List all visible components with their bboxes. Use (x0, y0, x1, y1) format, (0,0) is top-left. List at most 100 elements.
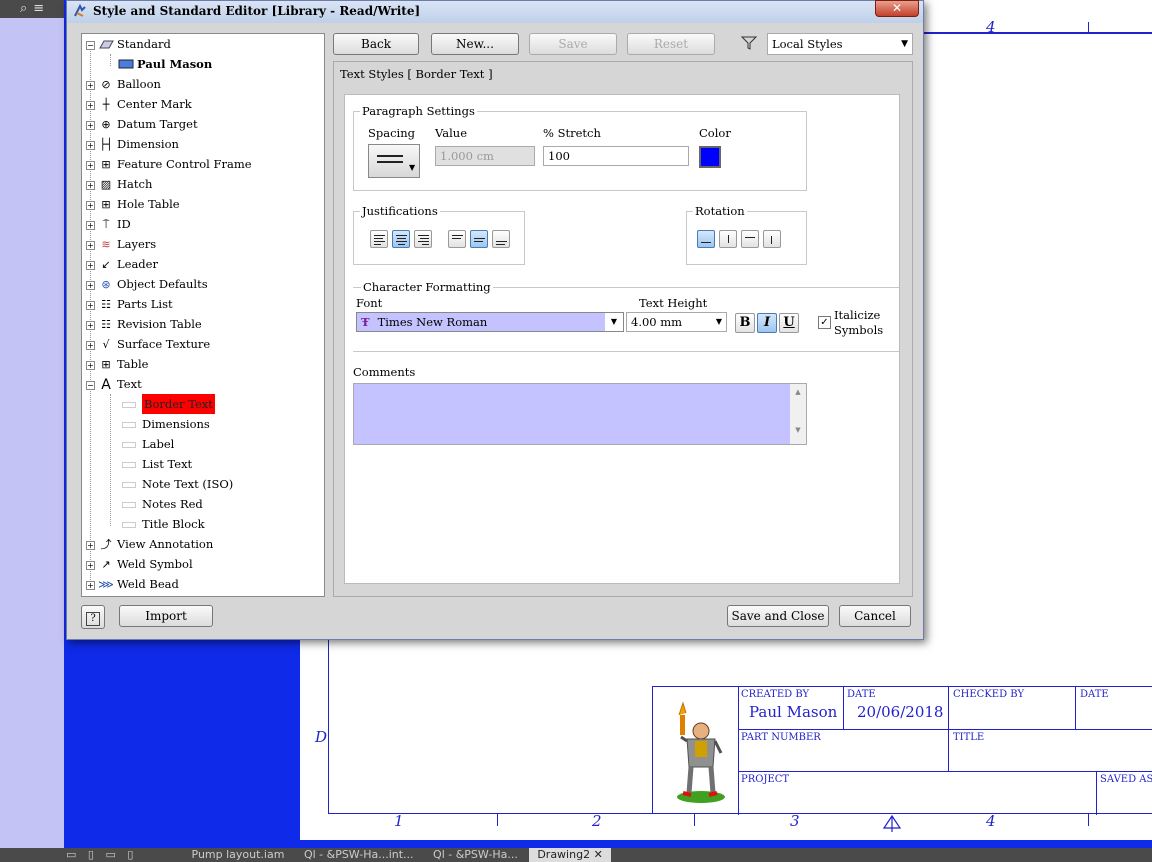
comments-scrollbar[interactable]: ▲ ▼ (790, 384, 806, 444)
collapse-icon[interactable]: − (86, 380, 95, 390)
expand-icon[interactable]: + (86, 200, 95, 210)
expand-icon[interactable]: + (86, 580, 95, 590)
italic-button[interactable]: I (757, 313, 777, 333)
reset-button[interactable]: Reset (627, 33, 715, 55)
new-button[interactable]: New... (431, 33, 519, 55)
close-button[interactable]: ✕ (875, 0, 919, 17)
align-right-button[interactable] (414, 230, 432, 248)
tree-item-note-text-iso[interactable]: Note Text (ISO) (122, 474, 233, 494)
tree-item-hatch[interactable]: + ▨ Hatch (86, 174, 152, 194)
align-top-button[interactable] (448, 230, 466, 248)
tree-item-notes-red[interactable]: Notes Red (122, 494, 203, 514)
tree-item-balloon[interactable]: + ⊘ Balloon (86, 74, 161, 94)
expand-icon[interactable]: + (86, 140, 95, 150)
dimension-icon: ├┤ (99, 138, 113, 151)
tree-item-dimension[interactable]: + ├┤ Dimension (86, 134, 179, 154)
tree-item-dimensions[interactable]: Dimensions (122, 414, 210, 434)
align-center-button[interactable] (392, 230, 410, 248)
help-button[interactable]: ? (81, 605, 105, 629)
text-style-icon (122, 482, 136, 488)
align-bottom-button[interactable] (492, 230, 510, 248)
style-tree[interactable]: − Standard Paul Mason + ⊘ Balloon + ┼ Center … (81, 33, 325, 597)
tree-item-feature-control-frame[interactable]: + ⊞ Feature Control Frame (86, 154, 252, 174)
tree-item-standard[interactable]: − Standard (86, 34, 171, 54)
document-tab[interactable]: Ql - &PSW-Ha... (425, 848, 526, 862)
expand-icon[interactable]: + (86, 280, 95, 290)
stretch-input[interactable]: 100 (543, 146, 689, 166)
close-tab-icon[interactable]: ✕ (594, 848, 603, 861)
expand-icon[interactable]: + (86, 260, 95, 270)
tree-item-datum-target[interactable]: + ⊕ Datum Target (86, 114, 198, 134)
help-icon: ? (86, 612, 100, 626)
tree-item-surface-texture[interactable]: + √ Surface Texture (86, 334, 210, 354)
align-left-button[interactable] (370, 230, 388, 248)
tree-item-hole-table[interactable]: + ⊞ Hole Table (86, 194, 180, 214)
tree-item-text[interactable]: − A Text (86, 374, 142, 394)
expand-icon[interactable]: + (86, 320, 95, 330)
save-and-close-button[interactable]: Save and Close (727, 605, 829, 627)
document-tab[interactable]: Ql - &PSW-Ha...int... (296, 848, 422, 862)
tree-item-leader[interactable]: + ↙ Leader (86, 254, 158, 274)
tree-item-center-mark[interactable]: + ┼ Center Mark (86, 94, 192, 114)
expand-icon[interactable]: + (86, 180, 95, 190)
text-height-select[interactable]: 4.00 mm ▼ (626, 312, 727, 332)
tree-item-table[interactable]: + ⊞ Table (86, 354, 148, 374)
back-button[interactable]: Back (333, 33, 419, 55)
tree-item-revision-table[interactable]: + ☷ Revision Table (86, 314, 202, 334)
expand-icon[interactable]: + (86, 560, 95, 570)
expand-icon[interactable]: + (86, 300, 95, 310)
tree-item-id[interactable]: + ⍑ ID (86, 214, 131, 234)
scroll-down-icon[interactable]: ▼ (790, 426, 806, 434)
tree-item-title-block[interactable]: Title Block (122, 514, 205, 534)
expand-icon[interactable]: + (86, 120, 95, 130)
tree-item-weld-bead[interactable]: + ⋙ Weld Bead (86, 574, 179, 594)
underline-button[interactable]: U (779, 313, 799, 333)
import-button[interactable]: Import (119, 605, 213, 627)
layout-icons[interactable]: ▭ ▯ ▭ ▯ (0, 848, 180, 862)
surface-texture-icon: √ (102, 338, 110, 351)
rotation-180-button[interactable] (741, 230, 759, 248)
text-style-icon (122, 462, 136, 468)
collapse-icon[interactable]: − (86, 40, 95, 50)
expand-icon[interactable]: + (86, 540, 95, 550)
style-filter-select[interactable]: Local Styles ▼ (767, 33, 913, 55)
document-tab[interactable]: Pump layout.iam (184, 848, 293, 862)
tree-item-object-defaults[interactable]: + ⊛ Object Defaults (86, 274, 208, 294)
scroll-up-icon[interactable]: ▲ (790, 388, 806, 396)
align-middle-button[interactable] (470, 230, 488, 248)
color-swatch[interactable] (699, 146, 721, 168)
spacing-value-input[interactable]: 1.000 cm (435, 146, 535, 166)
expand-icon[interactable]: + (86, 360, 95, 370)
tree-item-parts-list[interactable]: + ☷ Parts List (86, 294, 173, 314)
menu-icon[interactable]: ≡ (33, 1, 50, 16)
bold-button[interactable]: B (735, 313, 755, 333)
cancel-button[interactable]: Cancel (839, 605, 911, 627)
tree-item-border-text[interactable]: Border Text (122, 394, 215, 414)
expand-icon[interactable]: + (86, 160, 95, 170)
tree-item-view-annotation[interactable]: + ⤴ View Annotation (86, 534, 213, 554)
italicize-symbols-checkbox[interactable]: ✓ (818, 316, 831, 329)
rotation-90-button[interactable] (719, 230, 737, 248)
rotation-0-button[interactable] (697, 230, 715, 248)
tree-item-label-style[interactable]: Label (122, 434, 174, 454)
tree-item-list-text[interactable]: List Text (122, 454, 192, 474)
created-by-label: CREATED BY (741, 689, 810, 700)
search-icon[interactable]: ⌕ (20, 1, 33, 16)
view-annotation-icon: ⤴ (100, 538, 112, 551)
expand-icon[interactable]: + (86, 80, 95, 90)
dialog-titlebar[interactable]: Style and Standard Editor [Library - Rea… (67, 0, 923, 23)
expand-icon[interactable]: + (86, 100, 95, 110)
expand-icon[interactable]: + (86, 220, 95, 230)
expand-icon[interactable]: + (86, 240, 95, 250)
font-select[interactable]: Ŧ Times New Roman ▼ (356, 312, 624, 332)
rotation-270-button[interactable] (763, 230, 781, 248)
expand-icon[interactable]: + (86, 340, 95, 350)
tree-item-weld-symbol[interactable]: + ↗ Weld Symbol (86, 554, 193, 574)
tree-item-layers[interactable]: + ≋ Layers (86, 234, 156, 254)
filter-icon[interactable] (741, 36, 757, 50)
tree-item-paul-mason[interactable]: Paul Mason (118, 54, 212, 74)
save-button[interactable]: Save (529, 33, 617, 55)
comments-textarea[interactable]: ▲ ▼ (353, 383, 807, 445)
spacing-dropdown[interactable]: ▼ (368, 144, 420, 178)
document-tab-active[interactable]: Drawing2 ✕ (529, 848, 611, 862)
